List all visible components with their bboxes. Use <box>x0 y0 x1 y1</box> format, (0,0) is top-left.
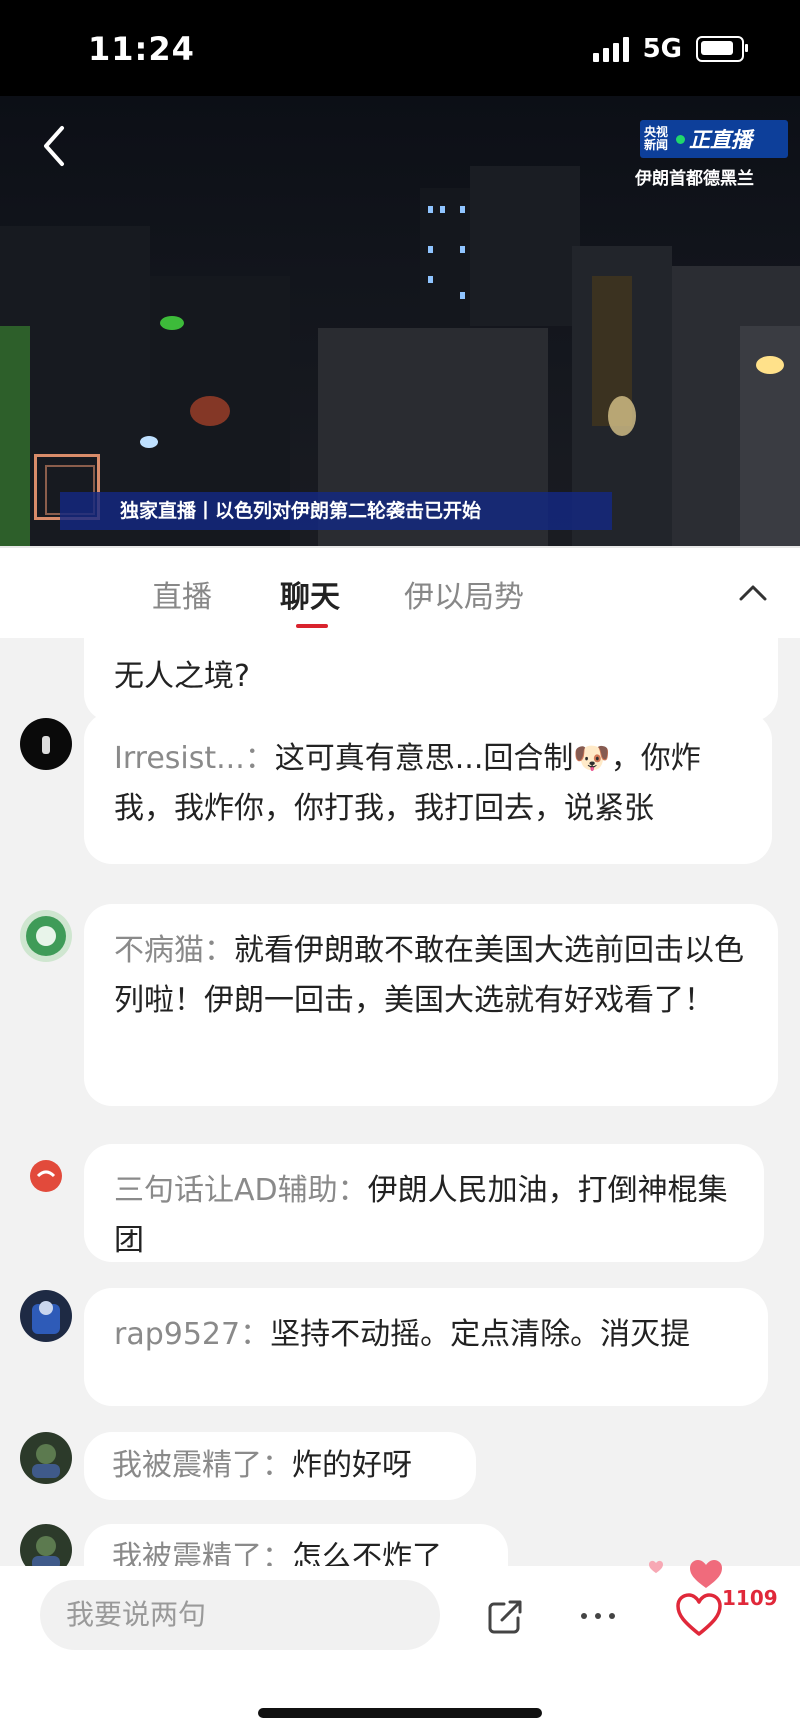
live-dot-icon <box>676 134 685 144</box>
user-nickname[interactable]: 不病猫： <box>114 933 234 968</box>
home-indicator[interactable] <box>258 1708 542 1718</box>
user-avatar[interactable] <box>20 1290 72 1342</box>
floating-heart-icon <box>690 1560 722 1588</box>
back-arrow-icon[interactable] <box>36 122 76 170</box>
chat-bubble: 我被震精了：炸的好呀 <box>84 1432 476 1500</box>
chat-bubble: 我被震精了：怎么不炸了 <box>84 1524 508 1566</box>
status-time: 11:24 <box>88 30 195 68</box>
message-text: 炸的好呀 <box>292 1448 412 1483</box>
message-text: 坚持不动摇。定点清除。消灭提 <box>270 1317 691 1352</box>
status-bar: 11:24 5G <box>0 0 800 96</box>
comment-input[interactable]: 我要说两句 <box>40 1580 440 1650</box>
battery-icon <box>696 36 748 62</box>
user-nickname[interactable]: 三句话让AD辅助： <box>114 1173 368 1208</box>
chat-bubble: rap9527：坚持不动摇。定点清除。消灭提 <box>84 1288 768 1406</box>
user-nickname[interactable]: 我被震精了： <box>112 1540 292 1566</box>
news-banner: 独家直播丨以色列对伊朗第二轮袭击已开始 <box>60 492 612 530</box>
network-type: 5G <box>642 34 682 64</box>
chevron-up-icon[interactable] <box>738 578 768 608</box>
user-avatar[interactable] <box>20 1432 72 1484</box>
signal-icon <box>592 36 629 62</box>
chat-bubble: 不病猫：就看伊朗敢不敢在美国大选前回击以色列啦！伊朗一回击，美国大选就有好戏看了… <box>84 904 778 1106</box>
chat-bubble: 三句话让AD辅助：伊朗人民加油，打倒神棍集团 <box>84 1144 764 1262</box>
user-nickname[interactable]: 我被震精了： <box>112 1448 292 1483</box>
like-heart-icon[interactable] <box>674 1590 724 1640</box>
floating-heart-icon <box>649 1560 663 1574</box>
like-count: 1109 <box>722 1586 778 1610</box>
live-video-player[interactable]: 央视 新闻 正直播 伊朗首都德黑兰 独家直播丨以色列对伊朗第二轮袭击已开始 <box>0 96 800 546</box>
message-text: 怎么不炸了 <box>292 1540 442 1566</box>
cctv-news-live-logo: 央视 新闻 正直播 <box>640 120 788 158</box>
bottom-bar: 我要说两句 1109 <box>0 1560 800 1731</box>
chat-bubble: Irresist...：这可真有意思...回合制🐶，你炸我，我炸你，你打我，我打… <box>84 712 772 864</box>
user-avatar[interactable] <box>20 1524 72 1566</box>
chat-list[interactable]: 无人之境? Irresist...：这可真有意思...回合制🐶，你炸我，我炸你，… <box>0 636 800 1566</box>
active-tab-indicator <box>296 624 328 628</box>
user-avatar[interactable] <box>20 1150 72 1202</box>
tab-chat[interactable]: 聊天 <box>280 572 340 616</box>
user-nickname[interactable]: rap9527： <box>114 1317 270 1352</box>
tab-bar: 直播 聊天 伊以局势 <box>0 546 800 638</box>
more-icon[interactable] <box>576 1594 620 1638</box>
logo-live-text: 正直播 <box>689 128 752 152</box>
chat-bubble: 无人之境? <box>84 636 778 722</box>
message-text: 无人之境? <box>114 659 250 694</box>
share-icon[interactable] <box>484 1594 528 1638</box>
tab-live[interactable]: 直播 <box>152 572 212 616</box>
user-avatar[interactable] <box>20 718 72 770</box>
tab-iran-israel[interactable]: 伊以局势 <box>404 572 524 616</box>
status-indicators: 5G <box>592 34 748 64</box>
logo-line-2: 新闻 <box>644 138 669 152</box>
user-nickname[interactable]: Irresist...： <box>114 741 275 776</box>
location-label: 伊朗首都德黑兰 <box>635 169 754 189</box>
user-avatar[interactable] <box>20 910 72 962</box>
